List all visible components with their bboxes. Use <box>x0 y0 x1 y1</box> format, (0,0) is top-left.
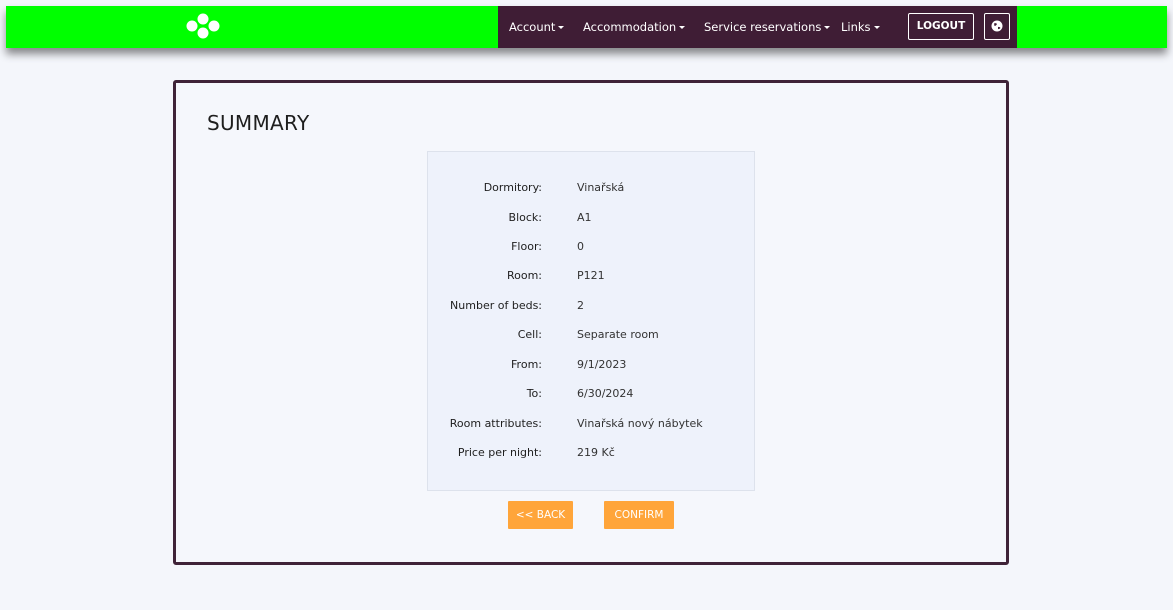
nav-service-reservations-label: Service reservations <box>704 20 822 34</box>
detail-row-room-attributes: Room attributes: Vinařská nový nábytek <box>428 414 754 434</box>
caret-down-icon <box>873 26 880 29</box>
nav-account[interactable]: Account <box>509 6 565 48</box>
logo-icon[interactable] <box>182 11 226 41</box>
detail-value: Vinařská <box>577 181 625 194</box>
detail-row-floor: Floor: 0 <box>428 237 754 257</box>
logout-button[interactable]: LOGOUT <box>908 13 974 40</box>
detail-row-block: Block: A1 <box>428 208 754 228</box>
detail-value: 6/30/2024 <box>577 387 634 400</box>
detail-value: Separate room <box>577 328 659 341</box>
detail-label: Block: <box>508 211 542 224</box>
detail-row-price-per-night: Price per night: 219 Kč <box>428 443 754 463</box>
back-button[interactable]: << BACK <box>508 501 573 529</box>
detail-value: 2 <box>577 299 584 312</box>
nav-links[interactable]: Links <box>841 6 880 48</box>
detail-value: P121 <box>577 269 605 282</box>
nav-accommodation[interactable]: Accommodation <box>583 6 686 48</box>
language-button[interactable] <box>984 13 1010 40</box>
detail-value: A1 <box>577 211 592 224</box>
top-bar: Account Accommodation Service reservatio… <box>6 6 1167 48</box>
detail-row-cell: Cell: Separate room <box>428 325 754 345</box>
confirm-button[interactable]: CONFIRM <box>604 501 674 529</box>
detail-row-to: To: 6/30/2024 <box>428 384 754 404</box>
detail-row-from: From: 9/1/2023 <box>428 355 754 375</box>
detail-row-room: Room: P121 <box>428 266 754 286</box>
nav-account-label: Account <box>509 20 556 34</box>
detail-row-number-of-beds: Number of beds: 2 <box>428 296 754 316</box>
nav-service-reservations[interactable]: Service reservations <box>704 6 831 48</box>
detail-value: 219 Kč <box>577 446 615 459</box>
detail-label: Number of beds: <box>450 299 542 312</box>
summary-panel: SUMMARY Dormitory: Vinařská Block: A1 Fl… <box>173 80 1009 565</box>
detail-row-dormitory: Dormitory: Vinařská <box>428 178 754 198</box>
detail-label: Dormitory: <box>483 181 542 194</box>
detail-label: Cell: <box>517 328 542 341</box>
detail-label: Room attributes: <box>449 417 542 430</box>
detail-value: 9/1/2023 <box>577 358 627 371</box>
globe-icon <box>991 20 1003 32</box>
caret-down-icon <box>824 26 831 29</box>
nav-links-label: Links <box>841 20 871 34</box>
detail-label: To: <box>526 387 542 400</box>
caret-down-icon <box>679 26 686 29</box>
detail-value: 0 <box>577 240 584 253</box>
detail-label: From: <box>511 358 542 371</box>
nav-accommodation-label: Accommodation <box>583 20 677 34</box>
summary-details: Dormitory: Vinařská Block: A1 Floor: 0 R… <box>427 151 755 491</box>
detail-label: Floor: <box>511 240 542 253</box>
page-title: SUMMARY <box>207 111 310 135</box>
detail-value: Vinařská nový nábytek <box>577 417 703 430</box>
main-nav: Account Accommodation Service reservatio… <box>498 6 1017 48</box>
detail-label: Room: <box>506 269 542 282</box>
caret-down-icon <box>558 26 565 29</box>
detail-label: Price per night: <box>457 446 542 459</box>
